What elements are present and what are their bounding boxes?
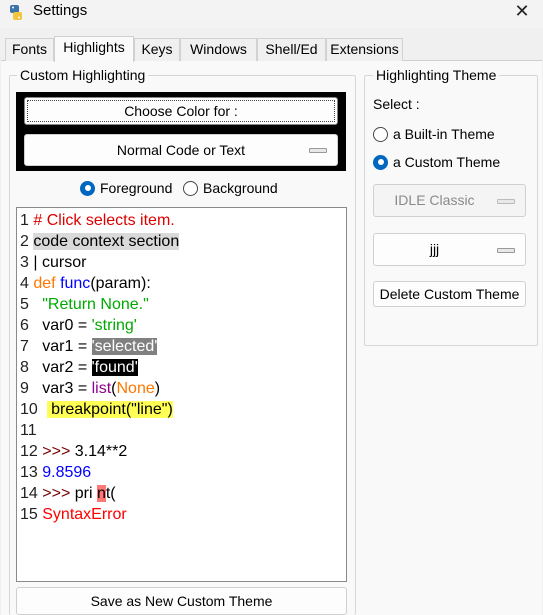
sample-line-13[interactable]: 13 9.8596: [20, 462, 91, 483]
sample-docstring[interactable]: "Return None.": [42, 296, 149, 313]
line-number: 14: [20, 485, 38, 502]
sample-line-12[interactable]: 12 >>> 3.14**2: [20, 441, 127, 462]
sample-error[interactable]: n: [96, 485, 106, 502]
highlighting-theme-label: Highlighting Theme: [373, 67, 500, 83]
tab-shell-ed[interactable]: Shell/Ed: [257, 38, 326, 61]
line-number: 12: [20, 443, 38, 460]
line-number: 5: [20, 296, 29, 313]
line-number: 8: [20, 359, 29, 376]
tab-highlights[interactable]: Highlights: [54, 36, 134, 62]
highlight-element-label: Normal Code or Text: [116, 142, 246, 158]
foreground-radio-dot-icon: [80, 180, 95, 196]
custom-theme-name: jjj: [429, 241, 440, 257]
sample-line-8[interactable]: 8 var2 = 'found': [20, 357, 138, 378]
sample-line-9[interactable]: 9 var3 = list(None): [20, 378, 160, 399]
sample-console-prompt-2[interactable]: >>>: [42, 485, 70, 502]
sample-t-paren: t(: [105, 485, 116, 502]
sample-line-11[interactable]: 11: [20, 420, 37, 441]
sample-line-1[interactable]: 1 # Click selects item.: [20, 210, 175, 231]
custom-highlighting-label: Custom Highlighting: [17, 67, 149, 83]
sample-cursor-text: cursor: [37, 254, 87, 271]
sample-line-6[interactable]: 6 var0 = 'string': [20, 315, 137, 336]
sample-comment[interactable]: # Click selects item.: [33, 212, 174, 229]
tab-windows[interactable]: Windows: [180, 38, 257, 61]
background-radio-label: Background: [203, 180, 278, 196]
line-number: 4: [20, 275, 29, 292]
python-app-icon: [10, 5, 22, 20]
sample-stdout[interactable]: 9.8596: [42, 464, 91, 481]
sample-param: (param):: [90, 275, 151, 292]
delete-custom-theme-button[interactable]: Delete Custom Theme: [373, 281, 526, 307]
background-radio[interactable]: Background: [183, 180, 278, 196]
sample-var1: var1 =: [42, 338, 92, 355]
sample-line-14[interactable]: 14 >>> pri nt(: [20, 483, 116, 504]
builtin-theme-label: a Built-in Theme: [393, 126, 495, 142]
line-number: 9: [20, 380, 29, 397]
sample-expression: 3.14**2: [70, 443, 128, 460]
foreground-radio-label: Foreground: [100, 180, 173, 196]
sample-keyword[interactable]: def: [33, 275, 55, 292]
option-menu-indicator-icon: [497, 247, 515, 253]
sample-keyword-none[interactable]: None: [117, 380, 155, 397]
line-number: 11: [20, 422, 37, 439]
builtin-theme-menu[interactable]: IDLE Classic: [373, 184, 526, 217]
sample-line-3[interactable]: 3 | cursor: [20, 252, 86, 273]
line-number: 15: [20, 506, 38, 523]
sample-found[interactable]: 'found': [91, 359, 138, 376]
sample-breakpoint[interactable]: breakpoint("line"): [46, 401, 173, 418]
line-number: 2: [20, 233, 29, 250]
close-icon[interactable]: ✕: [507, 0, 537, 24]
sample-paren-close: ): [154, 380, 161, 397]
sample-builtin[interactable]: list: [92, 380, 112, 397]
sample-line-2[interactable]: 2 code context section: [20, 231, 180, 252]
sample-line-5[interactable]: 5 "Return None.": [20, 294, 149, 315]
save-custom-theme-button[interactable]: Save as New Custom Theme: [16, 587, 347, 615]
custom-theme-label: a Custom Theme: [393, 154, 501, 170]
builtin-theme-name: IDLE Classic: [394, 192, 475, 208]
sample-var3: var3 =: [42, 380, 92, 397]
sample-code-context[interactable]: code context section: [33, 233, 180, 250]
sample-var0: var0 =: [42, 317, 92, 334]
builtin-theme-radio[interactable]: a Built-in Theme: [373, 126, 495, 142]
sample-selected[interactable]: 'selected': [91, 338, 158, 355]
tab-fonts[interactable]: Fonts: [5, 38, 54, 61]
highlight-element-menu[interactable]: Normal Code or Text: [24, 134, 338, 166]
window-title: Settings: [33, 2, 88, 19]
option-menu-indicator-icon: [309, 148, 327, 153]
sample-line-15[interactable]: 15 SyntaxError: [20, 504, 127, 525]
sample-stderr[interactable]: SyntaxError: [42, 506, 126, 523]
sample-line-7[interactable]: 7 var1 = 'selected': [20, 336, 158, 357]
sample-pri: pri: [70, 485, 97, 502]
background-radio-dot-icon: [183, 180, 198, 196]
sample-string[interactable]: 'string': [92, 317, 137, 334]
highlight-sample[interactable]: 1 # Click selects item. 2 code context s…: [16, 207, 347, 582]
custom-theme-menu[interactable]: jjj: [373, 233, 526, 266]
foreground-radio[interactable]: Foreground: [80, 180, 172, 196]
custom-radio-dot-icon: [373, 154, 388, 170]
line-number: 7: [20, 338, 29, 355]
line-number: 1: [20, 212, 29, 229]
custom-theme-radio[interactable]: a Custom Theme: [373, 154, 500, 170]
line-number: 10: [20, 401, 38, 418]
select-label: Select :: [373, 96, 420, 112]
sample-line-10[interactable]: 10 breakpoint("line"): [20, 399, 173, 420]
line-number: 6: [20, 317, 29, 334]
builtin-radio-dot-icon: [373, 126, 388, 142]
sample-line-4[interactable]: 4 def func(param):: [20, 273, 151, 294]
option-menu-indicator-icon: [497, 198, 515, 204]
title-bar: Settings ✕: [0, 0, 543, 28]
sample-definition[interactable]: func: [60, 275, 90, 292]
tab-keys[interactable]: Keys: [134, 38, 180, 61]
choose-color-button[interactable]: Choose Color for :: [24, 97, 338, 125]
sample-console-prompt[interactable]: >>>: [42, 443, 70, 460]
line-number: 3: [20, 254, 29, 271]
line-number: 13: [20, 464, 38, 481]
tab-extensions[interactable]: Extensions: [326, 38, 403, 61]
sample-var2: var2 =: [42, 359, 92, 376]
